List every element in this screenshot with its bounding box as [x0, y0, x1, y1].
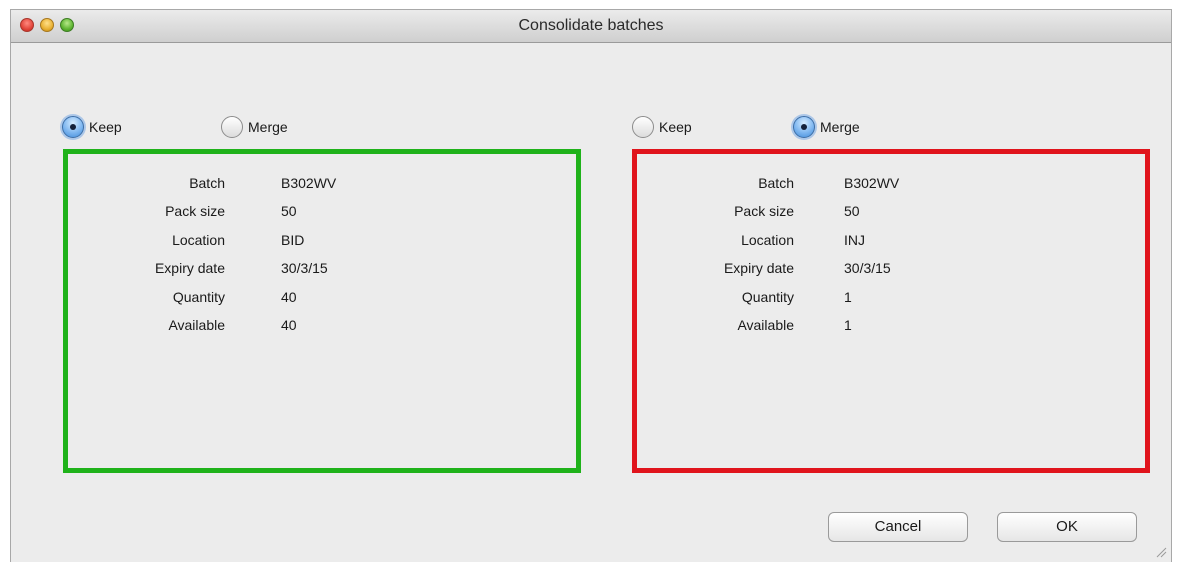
field-value: 30/3/15 — [281, 260, 328, 276]
field-available: Available 40 — [68, 317, 576, 345]
field-value: B302WV — [281, 175, 337, 191]
field-value: B302WV — [844, 175, 900, 191]
left-keep-label[interactable]: Keep — [89, 119, 122, 135]
right-merge-option[interactable]: Merge — [793, 116, 860, 138]
field-label: Expiry date — [154, 260, 225, 276]
field-value: 50 — [844, 203, 860, 219]
field-label: Available — [168, 317, 225, 333]
field-quantity: Quantity 40 — [68, 289, 576, 317]
right-merge-radio[interactable] — [793, 116, 815, 138]
left-merge-radio[interactable] — [221, 116, 243, 138]
right-keep-option[interactable]: Keep — [632, 116, 692, 138]
field-expiry-date: Expiry date 30/3/15 — [68, 260, 576, 288]
field-label: Pack size — [734, 203, 794, 219]
resize-grip-icon[interactable] — [1155, 546, 1167, 558]
field-pack-size: Pack size 50 — [637, 203, 1145, 231]
radio-dot-icon — [801, 124, 807, 130]
field-value: INJ — [844, 232, 865, 248]
field-location: Location BID — [68, 232, 576, 260]
field-expiry-date: Expiry date 30/3/15 — [637, 260, 1145, 288]
field-value: 40 — [281, 289, 297, 305]
field-value: BID — [281, 232, 305, 248]
field-label: Available — [737, 317, 794, 333]
field-value: 50 — [281, 203, 297, 219]
keep-batch-panel: Batch B302WV Pack size 50 Location BID E… — [63, 149, 581, 473]
field-label: Pack size — [165, 203, 225, 219]
right-merge-label[interactable]: Merge — [820, 119, 860, 135]
field-batch: Batch B302WV — [637, 175, 1145, 203]
right-keep-label[interactable]: Keep — [659, 119, 692, 135]
field-batch: Batch B302WV — [68, 175, 576, 203]
field-value: 30/3/15 — [844, 260, 891, 276]
merge-batch-panel: Batch B302WV Pack size 50 Location INJ E… — [632, 149, 1150, 473]
field-pack-size: Pack size 50 — [68, 203, 576, 231]
field-label: Batch — [758, 175, 794, 191]
field-location: Location INJ — [637, 232, 1145, 260]
field-label: Quantity — [172, 289, 225, 305]
field-quantity: Quantity 1 — [637, 289, 1145, 317]
field-value: 1 — [844, 289, 852, 305]
field-label: Batch — [189, 175, 225, 191]
field-label: Location — [172, 232, 225, 248]
field-available: Available 1 — [637, 317, 1145, 345]
ok-button[interactable]: OK — [997, 512, 1137, 542]
left-merge-label[interactable]: Merge — [248, 119, 288, 135]
field-value: 1 — [844, 317, 852, 333]
title-bar[interactable]: Consolidate batches — [11, 10, 1171, 43]
radio-dot-icon — [70, 124, 76, 130]
window-title: Consolidate batches — [518, 17, 664, 34]
right-keep-radio[interactable] — [632, 116, 654, 138]
cancel-button[interactable]: Cancel — [828, 512, 968, 542]
field-label: Expiry date — [723, 260, 794, 276]
field-label: Quantity — [741, 289, 794, 305]
consolidate-batches-window: Consolidate batches Keep Merge Keep Merg… — [10, 9, 1172, 562]
left-keep-option[interactable]: Keep — [62, 116, 122, 138]
left-keep-radio[interactable] — [62, 116, 84, 138]
field-label: Location — [741, 232, 794, 248]
field-value: 40 — [281, 317, 297, 333]
left-merge-option[interactable]: Merge — [221, 116, 288, 138]
